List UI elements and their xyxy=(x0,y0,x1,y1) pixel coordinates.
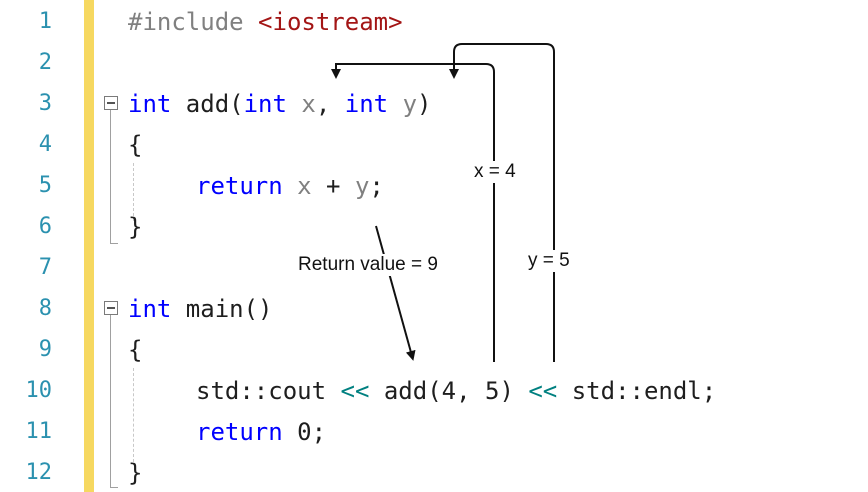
annotation-arrows xyxy=(331,43,555,362)
y-argument-label: y = 5 xyxy=(526,250,572,272)
arrow-return-value xyxy=(375,225,416,361)
arrow-y-argument xyxy=(449,43,555,362)
return-value-label: Return value = 9 xyxy=(296,254,440,276)
x-argument-label: x = 4 xyxy=(472,161,518,183)
arrow-x-argument xyxy=(331,63,495,362)
